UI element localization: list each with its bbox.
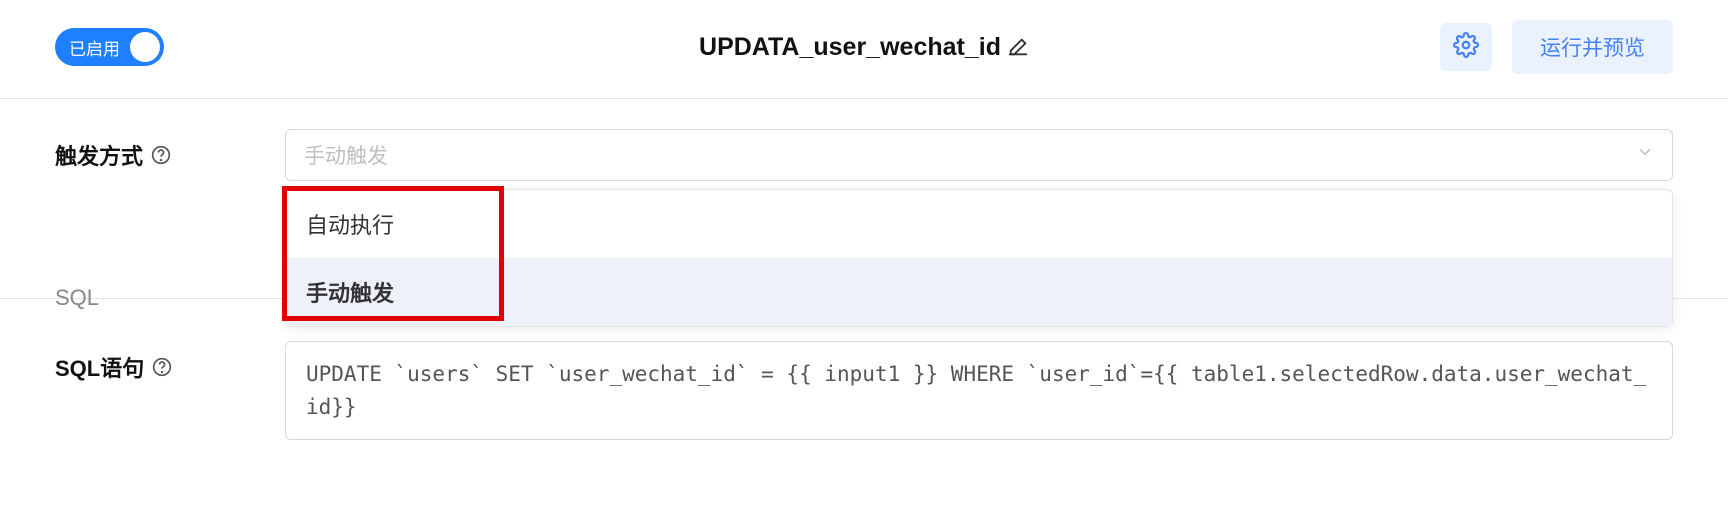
run-preview-button[interactable]: 运行并预览 bbox=[1512, 20, 1673, 74]
dropdown-item-auto[interactable]: 自动执行 bbox=[286, 190, 1672, 258]
edit-icon[interactable] bbox=[1007, 36, 1029, 58]
sql-label-text: SQL语句 bbox=[55, 351, 144, 383]
gear-icon bbox=[1453, 32, 1479, 63]
page-title: UPDATA_user_wechat_id bbox=[699, 33, 1001, 62]
enable-toggle[interactable]: 已启用 bbox=[55, 28, 164, 66]
sql-control: UPDATE `users` SET `user_wechat_id` = {{… bbox=[285, 341, 1673, 440]
title-wrap: UPDATA_user_wechat_id bbox=[699, 33, 1029, 62]
form-section: 触发方式 手动触发 自动执行 手动触发 bbox=[0, 99, 1728, 440]
trigger-dropdown: 自动执行 手动触发 bbox=[285, 189, 1673, 327]
trigger-select[interactable]: 手动触发 bbox=[285, 129, 1673, 181]
sql-label: SQL语句 bbox=[55, 341, 285, 383]
trigger-label: 触发方式 bbox=[55, 129, 285, 171]
toggle-label: 已启用 bbox=[69, 35, 120, 60]
settings-button[interactable] bbox=[1440, 23, 1492, 71]
help-icon[interactable] bbox=[152, 357, 172, 377]
header: 已启用 UPDATA_user_wechat_id 运行并预览 bbox=[0, 0, 1728, 99]
sql-tab[interactable]: SQL bbox=[55, 273, 99, 323]
dropdown-item-manual[interactable]: 手动触发 bbox=[286, 258, 1672, 326]
sql-code-input[interactable]: UPDATE `users` SET `user_wechat_id` = {{… bbox=[285, 341, 1673, 440]
trigger-select-value: 手动触发 bbox=[304, 140, 388, 170]
help-icon[interactable] bbox=[151, 145, 171, 165]
sql-row: SQL语句 UPDATE `users` SET `user_wechat_id… bbox=[55, 341, 1673, 440]
toggle-knob bbox=[130, 32, 160, 62]
chevron-down-icon bbox=[1636, 143, 1654, 167]
trigger-control: 手动触发 自动执行 手动触发 bbox=[285, 129, 1673, 181]
header-right: 运行并预览 bbox=[1440, 20, 1673, 74]
trigger-label-text: 触发方式 bbox=[55, 139, 143, 171]
trigger-row: 触发方式 手动触发 自动执行 手动触发 bbox=[55, 129, 1673, 181]
